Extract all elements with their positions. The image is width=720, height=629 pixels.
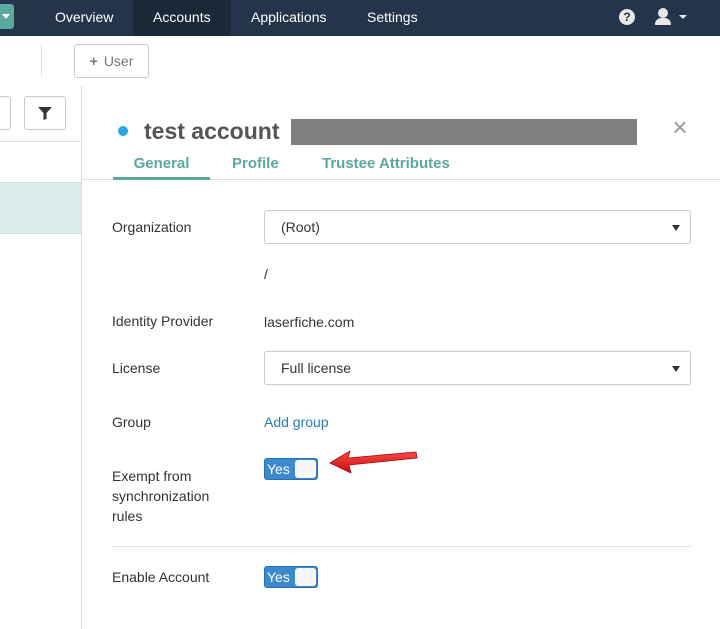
tab-trustee-attributes[interactable]: Trustee Attributes <box>322 155 450 180</box>
exempt-toggle[interactable]: Yes <box>264 458 318 480</box>
license-label: License <box>112 360 161 376</box>
license-select[interactable]: Full license <box>264 351 691 385</box>
list-divider <box>0 141 81 142</box>
toolbar: + User <box>0 36 720 86</box>
help-icon[interactable]: ? <box>619 9 635 25</box>
exempt-label: Exempt from synchronization rules <box>112 468 210 524</box>
identity-provider-label: Identity Provider <box>112 313 214 329</box>
chevron-down-icon <box>679 15 687 19</box>
search-input[interactable] <box>0 96 11 130</box>
nav-overview[interactable]: Overview <box>35 0 133 36</box>
toggle-knob <box>295 568 316 586</box>
organization-path: / <box>264 266 268 282</box>
top-navbar: Overview Accounts Applications Settings … <box>0 0 720 36</box>
organization-select[interactable]: (Root) <box>264 210 691 244</box>
group-label: Group <box>112 414 151 430</box>
section-divider <box>112 546 691 547</box>
license-value: Full license <box>281 360 352 376</box>
enable-account-label: Enable Account <box>112 569 210 585</box>
identity-provider-value: laserfiche.com <box>264 314 355 330</box>
add-user-button[interactable]: + User <box>74 44 149 78</box>
tab-general[interactable]: General <box>113 155 210 180</box>
detail-tabs: General Profile Trustee Attributes <box>82 152 720 180</box>
tab-profile[interactable]: Profile <box>232 155 279 180</box>
close-icon[interactable]: × <box>670 114 690 140</box>
organization-value: (Root) <box>281 219 320 235</box>
toolbar-divider <box>41 45 42 76</box>
organization-label: Organization <box>112 219 192 235</box>
add-user-label: User <box>103 53 134 69</box>
app-switcher-button[interactable] <box>0 4 14 29</box>
exempt-toggle-label: Yes <box>267 461 290 477</box>
user-menu-button[interactable] <box>654 8 674 26</box>
nav-applications[interactable]: Applications <box>231 0 347 36</box>
enable-account-toggle[interactable]: Yes <box>264 566 318 588</box>
annotation-arrow-icon <box>329 450 418 474</box>
nav-settings[interactable]: Settings <box>347 0 438 36</box>
account-title: test account <box>144 118 280 144</box>
account-detail-panel: test account × General Profile Trustee A… <box>82 86 720 629</box>
add-group-link[interactable]: Add group <box>264 414 329 430</box>
account-list-panel <box>0 86 82 629</box>
filter-button[interactable] <box>24 96 66 130</box>
user-icon <box>658 8 668 18</box>
caret-down-icon <box>672 366 680 372</box>
filter-icon <box>38 107 52 120</box>
toggle-knob <box>295 460 316 478</box>
redacted-region <box>291 119 637 145</box>
nav-accounts[interactable]: Accounts <box>133 0 231 36</box>
chevron-down-icon <box>2 14 10 19</box>
list-item-selected[interactable] <box>0 182 81 234</box>
caret-down-icon <box>672 225 680 231</box>
enable-toggle-label: Yes <box>267 569 290 585</box>
status-dot-icon <box>118 126 128 136</box>
plus-icon: + <box>89 53 98 69</box>
